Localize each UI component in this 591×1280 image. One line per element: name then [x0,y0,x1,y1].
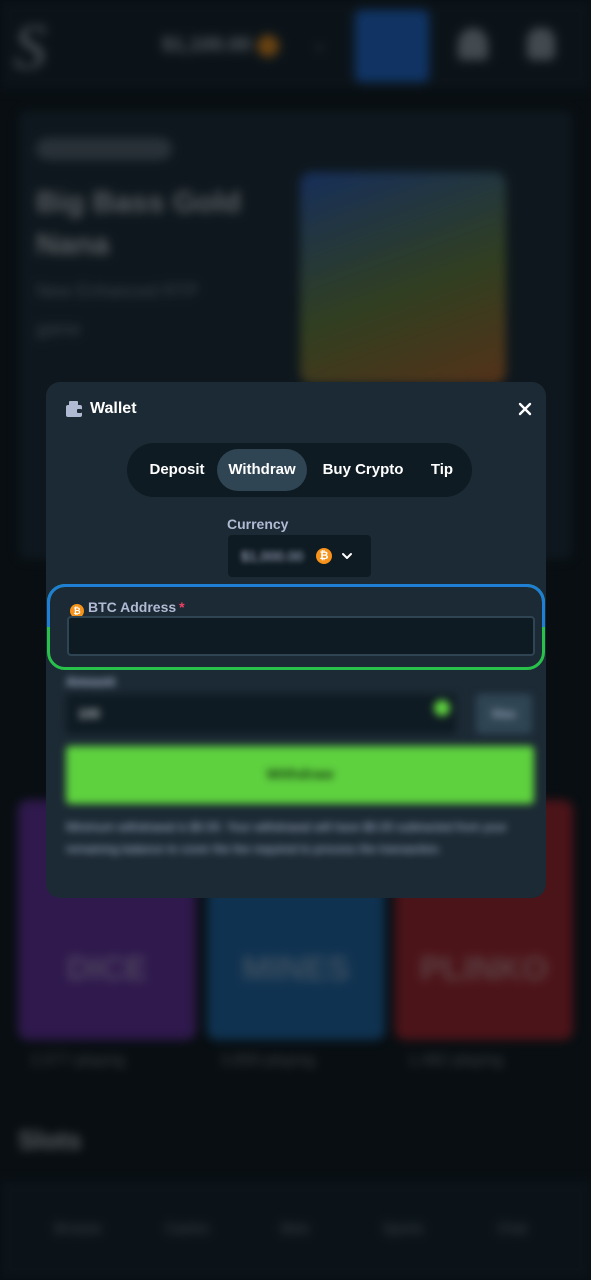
tab-tip[interactable]: Tip [419,449,465,491]
currency-value: $1,000.00 [241,548,304,564]
tab-withdraw[interactable]: Withdraw [217,449,307,491]
tab-buy-crypto[interactable]: Buy Crypto [313,449,413,491]
btc-coin-icon: ₿ [316,548,332,564]
currency-label: Currency [227,516,289,532]
modal-title: Wallet [90,400,137,417]
btc-address-input[interactable] [67,616,535,656]
amount-input[interactable]: 100 [66,694,456,734]
currency-select[interactable]: $1,000.00 ₿ [228,535,371,577]
tab-deposit[interactable]: Deposit [137,449,217,491]
btc-address-section: ₿ BTC Address * [47,584,545,670]
close-icon[interactable] [514,398,536,420]
amount-label: Amount [66,674,116,689]
chevron-down-icon [342,553,352,559]
wallet-tabs: Deposit Withdraw Buy Crypto Tip [127,443,472,497]
withdraw-note: Minimum withdrawal is $0.00. Your withdr… [66,820,507,856]
wallet-icon [66,401,82,417]
withdraw-form-lower: Amount 100 Max Withdraw Minimum withdraw… [46,666,546,898]
coin-icon [434,700,450,716]
required-mark: * [179,599,185,615]
amount-value: 100 [78,706,100,721]
modal-header: Wallet [46,382,546,438]
withdraw-button[interactable]: Withdraw [66,746,534,804]
max-button[interactable]: Max [476,694,532,734]
